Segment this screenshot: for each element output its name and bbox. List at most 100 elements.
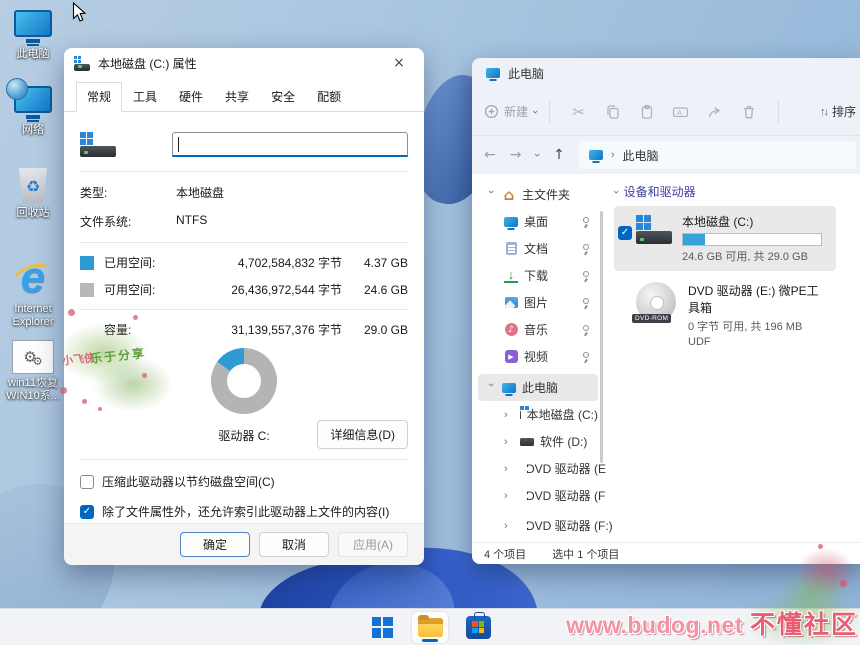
- sidebar-item-documents[interactable]: 文档: [478, 235, 598, 262]
- filesystem-row: 文件系统: NTFS: [80, 213, 408, 230]
- details-button[interactable]: 详细信息(D): [317, 420, 408, 449]
- apply-button: 应用(A): [338, 532, 408, 557]
- sidebar-item-music[interactable]: ♪ 音乐: [478, 316, 598, 343]
- compress-checkbox-row[interactable]: 压缩此驱动器以节约磁盘空间(C): [80, 473, 408, 490]
- drive-filesystem: UDF: [688, 336, 828, 348]
- volume-label-input[interactable]: [172, 132, 408, 157]
- paste-icon[interactable]: [630, 104, 664, 120]
- chevron-down-icon: ›: [610, 190, 622, 194]
- recycle-bin-icon: ♻: [17, 168, 49, 204]
- drive-icon: [636, 213, 672, 264]
- rename-icon[interactable]: A: [664, 104, 698, 120]
- sidebar-item-dvd-f[interactable]: › DVD 驱动器 (F: [478, 482, 598, 509]
- dvd-icon: DVD-ROM: [636, 282, 678, 324]
- desktop-icon-label: 回收站: [17, 207, 50, 220]
- ok-button[interactable]: 确定: [180, 532, 250, 557]
- store-icon: [466, 616, 491, 639]
- explorer-tab[interactable]: 此电脑: [472, 58, 860, 88]
- drive-name: DVD 驱动器 (E:) 微PE工具箱: [688, 282, 828, 316]
- new-button[interactable]: 新建 ›: [484, 103, 537, 120]
- sidebar-item-videos[interactable]: ▶ 视频: [478, 343, 598, 370]
- divider: [80, 459, 408, 460]
- explorer-toolbar: 新建 › ✂ A: [472, 88, 860, 136]
- index-checkbox[interactable]: ✓: [80, 505, 94, 519]
- compress-checkbox[interactable]: [80, 475, 94, 489]
- sidebar-item-downloads[interactable]: ↓ 下载: [478, 262, 598, 289]
- copy-icon[interactable]: [596, 104, 630, 120]
- taskbar-microsoft-store[interactable]: [460, 612, 496, 643]
- sidebar-scrollbar[interactable]: [600, 211, 603, 463]
- explorer-tab-title: 此电脑: [508, 65, 544, 82]
- sidebar-item-desktop[interactable]: 桌面: [478, 208, 598, 235]
- toolbar-divider: [778, 101, 779, 123]
- sidebar-item-home[interactable]: › ⌂ 主文件夹: [478, 181, 598, 208]
- sidebar-item-software-d[interactable]: › 软件 (D:): [478, 428, 598, 455]
- mouse-cursor: [72, 2, 87, 23]
- forward-icon[interactable]: →: [510, 147, 522, 163]
- dialog-title: 本地磁盘 (C:) 属性: [98, 55, 376, 72]
- explorer-body: › ⌂ 主文件夹 桌面 文档 ↓ 下载: [472, 175, 860, 542]
- drive-icon-large: [80, 132, 116, 157]
- windows-logo-icon: [372, 617, 393, 638]
- chevron-down-icon: ›: [529, 110, 541, 114]
- explorer-chrome: 此电脑 新建 › ✂: [472, 58, 860, 174]
- divider: [80, 242, 408, 243]
- dialog-tabs: 常规 工具 硬件 共享 安全 配额: [64, 78, 424, 112]
- sort-button[interactable]: ↑↓ 排序: [820, 103, 856, 120]
- tab-quota[interactable]: 配额: [306, 82, 352, 112]
- this-pc-icon: [502, 383, 516, 393]
- globe-icon: [6, 78, 28, 100]
- desktop-icon-recycle-bin[interactable]: ♻ 回收站: [2, 168, 64, 220]
- selected-count: 选中 1 个项目: [552, 546, 619, 562]
- drive-item-local-disk-c[interactable]: ✓ 本地磁盘 (C:) 24.6 GB 可用, 共 29.0 GB: [614, 206, 836, 271]
- cut-icon[interactable]: ✂: [562, 103, 596, 121]
- gears-window-icon: ⚙⚙: [12, 340, 54, 374]
- history-chevron-icon[interactable]: ›: [531, 153, 543, 157]
- chevron-right-icon: ›: [504, 436, 514, 448]
- sidebar-item-dvd-clipped[interactable]: › DVD 驱动器 (F:): [478, 512, 598, 539]
- tab-hardware[interactable]: 硬件: [168, 82, 214, 112]
- free-space-swatch: [80, 283, 94, 297]
- drive-icon: [74, 56, 90, 71]
- selection-checkbox[interactable]: ✓: [618, 226, 632, 240]
- dialog-titlebar: 本地磁盘 (C:) 属性 ×: [64, 48, 424, 78]
- free-space-row: 可用空间: 26,436,972,544 字节 24.6 GB: [80, 281, 408, 298]
- sidebar-item-dvd-e[interactable]: › DVD 驱动器 (E: [478, 455, 598, 482]
- dialog-general-page: 类型: 本地磁盘 文件系统: NTFS 已用空间: 4,702,584,832 …: [64, 112, 424, 520]
- desktop-icon-this-pc[interactable]: 此电脑: [2, 10, 64, 61]
- this-pc-icon: [589, 150, 603, 160]
- breadcrumb-location[interactable]: 此电脑: [623, 147, 659, 164]
- capacity-row: 容量: 31,139,557,376 字节 29.0 GB: [80, 321, 408, 338]
- desktop-icon-network[interactable]: 网络: [2, 86, 64, 137]
- desktop-icon-win-recovery-tool[interactable]: ⚙⚙ win11恢复 WIN10系...: [2, 340, 64, 402]
- sidebar-item-local-disk-c[interactable]: › 本地磁盘 (C:): [478, 401, 598, 428]
- desktop-icon-internet-explorer[interactable]: e Internet Explorer: [2, 256, 64, 328]
- desktop-icon-label: Internet Explorer: [13, 303, 54, 328]
- taskbar-file-explorer[interactable]: [412, 612, 448, 643]
- share-icon[interactable]: [698, 104, 732, 120]
- drive-item-dvd-e[interactable]: DVD-ROM DVD 驱动器 (E:) 微PE工具箱 0 字节 可用, 共 1…: [614, 275, 836, 355]
- sidebar-item-pictures[interactable]: 图片: [478, 289, 598, 316]
- desktop: 此电脑 网络 ♻ 回收站 e Internet Explorer ⚙⚙ win1…: [0, 0, 860, 645]
- delete-icon[interactable]: [732, 104, 766, 120]
- start-button[interactable]: [364, 612, 400, 643]
- tab-general[interactable]: 常规: [76, 82, 122, 112]
- pin-icon: [583, 325, 589, 331]
- cancel-button[interactable]: 取消: [259, 532, 329, 557]
- tab-security[interactable]: 安全: [260, 82, 306, 112]
- close-icon[interactable]: ×: [384, 55, 414, 71]
- group-header-devices-and-drives[interactable]: › 设备和驱动器: [614, 183, 860, 200]
- tab-tools[interactable]: 工具: [122, 82, 168, 112]
- sort-arrows-icon: ↑↓: [820, 106, 827, 118]
- svg-text:A: A: [677, 107, 682, 116]
- divider: [80, 309, 408, 310]
- this-pc-icon: [486, 68, 500, 78]
- sidebar-item-this-pc[interactable]: › 此电脑: [478, 374, 598, 401]
- chevron-right-icon: ›: [504, 463, 514, 475]
- breadcrumb[interactable]: › 此电脑: [579, 141, 856, 169]
- tab-sharing[interactable]: 共享: [214, 82, 260, 112]
- index-checkbox-row[interactable]: ✓ 除了文件属性外，还允许索引此驱动器上文件的内容(I): [80, 503, 408, 520]
- back-icon[interactable]: ←: [484, 147, 496, 163]
- items-count: 4 个项目: [484, 546, 526, 562]
- up-icon[interactable]: ↑: [553, 147, 565, 163]
